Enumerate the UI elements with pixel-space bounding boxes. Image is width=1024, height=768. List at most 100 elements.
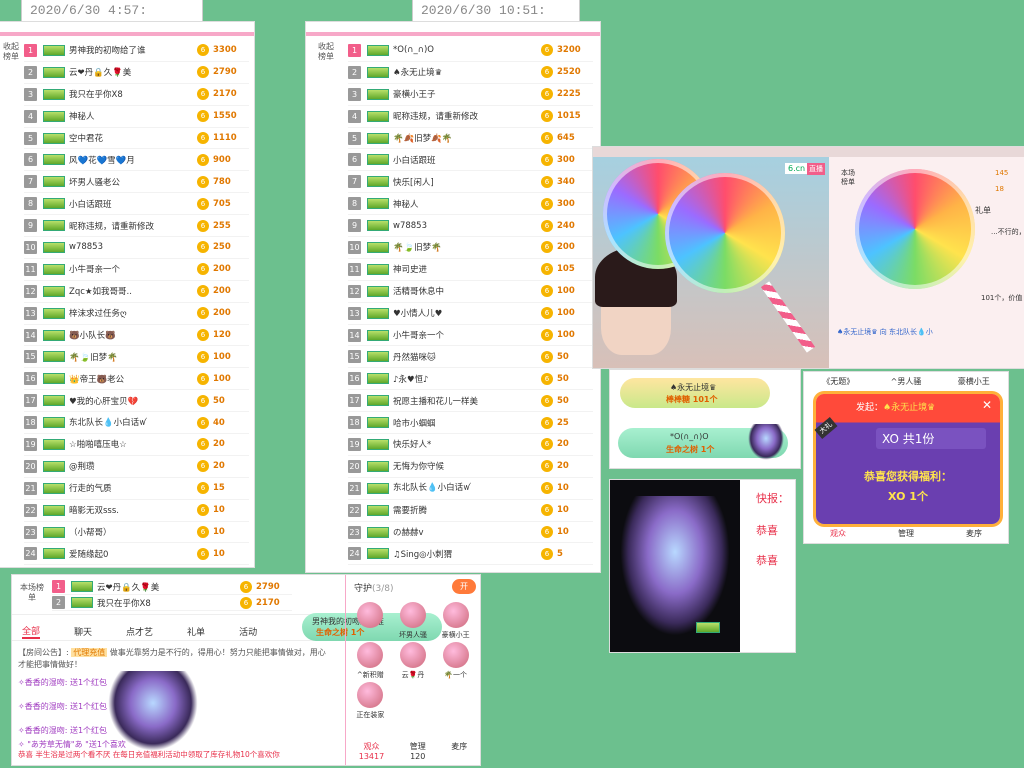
user-name[interactable]: 祝愿主播和花儿一样美	[393, 395, 541, 407]
rank-row[interactable]: 2 云❤丹🔒久🌹美 6 2790	[24, 62, 249, 84]
rank-row[interactable]: 22 暗影无双sss. 6 10	[24, 500, 249, 522]
rank-row[interactable]: 20 @荆瓒 6 20	[24, 456, 249, 478]
rank-row[interactable]: 4 昵称违规，请重新修改 6 1015	[348, 106, 593, 128]
guard-slot[interactable]: 坏男人骚	[393, 602, 434, 640]
user-name[interactable]: （小帮哥）	[69, 526, 197, 538]
user-name[interactable]: *O(∩_∩)O	[393, 45, 541, 55]
user-name[interactable]: 暗影无双sss.	[69, 504, 197, 516]
open-guard-button[interactable]: 开	[452, 579, 476, 594]
rank-row[interactable]: 9 昵称违规，请重新修改 6 255	[24, 215, 249, 238]
user-name[interactable]: 昵称违规，请重新修改	[69, 220, 197, 232]
chat-tab[interactable]: 礼单	[975, 205, 991, 216]
user-name[interactable]: ☆啪啪嘻压电☆	[69, 438, 197, 450]
user-name[interactable]: 我只在乎你X8	[97, 597, 240, 609]
tab-all[interactable]: 全部	[22, 624, 41, 639]
reward-tab[interactable]: 豪横小王	[958, 376, 990, 387]
rank-row[interactable]: 9 w78853 6 240	[348, 215, 593, 238]
rank-row[interactable]: 13 梓沫求过任务ღ 6 200	[24, 303, 249, 325]
stat-admin[interactable]: 管理 120	[410, 741, 426, 761]
guard-slot[interactable]: ^新积赠	[350, 642, 391, 680]
user-name[interactable]: ♫Sing◎小刺猬	[393, 548, 541, 560]
rank-row[interactable]: 10 🌴🍃旧梦🌴 6 200	[348, 237, 593, 259]
user-name[interactable]: 小白话跟班	[393, 154, 541, 166]
user-name[interactable]: 爱随缘起0	[69, 548, 197, 560]
user-name[interactable]: 神秘人	[69, 110, 197, 122]
rank-row[interactable]: 12 活精哥休息中 6 100	[348, 281, 593, 303]
user-name[interactable]: 需要折腾	[393, 504, 541, 516]
rank-row[interactable]: 1 男神我的初吻给了谁 6 3300	[24, 40, 249, 62]
rank-row[interactable]: 21 行走的气质 6 15	[24, 478, 249, 500]
rank-row[interactable]: 5 空中君花 6 1110	[24, 128, 249, 150]
user-name[interactable]: 行走的气质	[69, 482, 197, 494]
rank-row[interactable]: 16 ♪永♥恒♪ 6 50	[348, 368, 593, 391]
user-name[interactable]: 神秘人	[393, 198, 541, 210]
user-name[interactable]: 👑帝王🐻老公	[69, 373, 197, 385]
rank-row[interactable]: 15 丹然猫咪🐱 6 50	[348, 346, 593, 369]
tab-gifts[interactable]: 礼单	[187, 625, 205, 638]
user-name[interactable]: 🌴🍃旧梦🌴	[393, 241, 541, 253]
user-name[interactable]: 东北队长💧小白话ꪝ	[393, 479, 541, 497]
rank-row[interactable]: 2 我只在乎你X8 6 2170	[52, 595, 292, 611]
user-name[interactable]: 云❤丹🔒久🌹美	[69, 66, 197, 78]
user-name[interactable]: ♠永无止境♛	[393, 66, 541, 78]
tab-chat[interactable]: 聊天	[74, 625, 92, 638]
rank-row[interactable]: 6 风💙花💙雪💙月 6 900	[24, 149, 249, 172]
guard-slot[interactable]: 正在装家	[350, 682, 391, 720]
guard-slot[interactable]: 🌴一个	[435, 642, 476, 680]
rank-row[interactable]: 15 🌴🍃旧梦🌴 6 100	[24, 346, 249, 369]
user-name[interactable]: 神司史进	[393, 263, 541, 275]
rank-row[interactable]: 2 ♠永无止境♛ 6 2520	[348, 62, 593, 84]
rank-row[interactable]: 13 ♥小情人儿♥ 6 100	[348, 303, 593, 325]
stat-mic[interactable]: 麦序	[451, 741, 467, 761]
rank-row[interactable]: 5 🌴🍂旧梦🍂🌴 6 645	[348, 128, 593, 150]
user-name[interactable]: 丹然猫咪🐱	[393, 351, 541, 363]
user-name[interactable]: @荆瓒	[69, 460, 197, 472]
rank-row[interactable]: 21 东北队长💧小白话ꪝ 6 10	[348, 478, 593, 500]
rank-row[interactable]: 24 爱随缘起0 6 10	[24, 543, 249, 566]
rank-row[interactable]: 6 小白话跟班 6 300	[348, 149, 593, 172]
user-name[interactable]: 活精哥休息中	[393, 285, 541, 297]
user-name[interactable]: 昵称违规，请重新修改	[393, 110, 541, 122]
rank-row[interactable]: 8 神秘人 6 300	[348, 193, 593, 216]
rank-row[interactable]: 18 东北队长💧小白话ꪝ 6 40	[24, 412, 249, 435]
user-name[interactable]: 豪横小王子	[393, 88, 541, 100]
user-name[interactable]: 小白话跟班	[69, 198, 197, 210]
user-name[interactable]: ♥我的心肝宝贝💔	[69, 395, 197, 407]
rank-row[interactable]: 17 ♥我的心肝宝贝💔 6 50	[24, 390, 249, 413]
tab-talent[interactable]: 点才艺	[126, 625, 153, 638]
rank-row[interactable]: 18 哈市小蝈蝈 6 25	[348, 412, 593, 435]
user-name[interactable]: 坏男人骚老公	[69, 176, 197, 188]
user-name[interactable]: 无悔为你守候	[393, 460, 541, 472]
user-name[interactable]: 🌴🍂旧梦🍂🌴	[393, 132, 541, 144]
user-name[interactable]: 小牛哥亲一个	[393, 329, 541, 341]
rank-row[interactable]: 14 小牛哥亲一个 6 100	[348, 325, 593, 347]
rank-row[interactable]: 11 神司史进 6 105	[348, 259, 593, 281]
user-name[interactable]: 男神我的初吻给了谁	[69, 44, 197, 56]
rank-row[interactable]: 7 坏男人骚老公 6 780	[24, 171, 249, 194]
user-name[interactable]: 快乐好人*	[393, 438, 541, 450]
rank-row[interactable]: 1 云❤丹🔒久🌹美 6 2790	[52, 579, 292, 595]
rank-row[interactable]: 1 *O(∩_∩)O 6 3200	[348, 40, 593, 62]
rank-row[interactable]: 22 需要折腾 6 10	[348, 500, 593, 522]
user-name[interactable]: 风💙花💙雪💙月	[69, 154, 197, 166]
rank-row[interactable]: 3 豪横小王子 6 2225	[348, 84, 593, 106]
rank-row[interactable]: 17 祝愿主播和花儿一样美 6 50	[348, 390, 593, 413]
rank-row[interactable]: 19 ☆啪啪嘻压电☆ 6 20	[24, 434, 249, 456]
notice-tag[interactable]: 代理充值	[71, 648, 108, 657]
rank-row[interactable]: 19 快乐好人* 6 20	[348, 434, 593, 456]
user-name[interactable]: の赫赫v	[393, 526, 541, 538]
rank-side-label[interactable]: 本场榜单	[20, 583, 44, 603]
rank-row[interactable]: 23 の赫赫v 6 10	[348, 522, 593, 544]
user-name[interactable]: ♥小情人儿♥	[393, 307, 541, 319]
user-name[interactable]: 梓沫求过任务ღ	[69, 307, 197, 319]
user-name[interactable]: 🐻小队长🐻	[69, 329, 197, 341]
user-name[interactable]: 小牛哥亲一个	[69, 263, 197, 275]
close-icon[interactable]: ✕	[982, 398, 992, 412]
user-name[interactable]: 空中君花	[69, 132, 197, 144]
rank-row[interactable]: 4 神秘人 6 1550	[24, 106, 249, 128]
user-name[interactable]: 🌴🍃旧梦🌴	[69, 351, 197, 363]
rank-row[interactable]: 16 👑帝王🐻老公 6 100	[24, 368, 249, 391]
rank-row[interactable]: 14 🐻小队长🐻 6 120	[24, 325, 249, 347]
reward-tab[interactable]: ^男人骚	[891, 376, 922, 387]
rank-row[interactable]: 7 快乐[闲人] 6 340	[348, 171, 593, 194]
